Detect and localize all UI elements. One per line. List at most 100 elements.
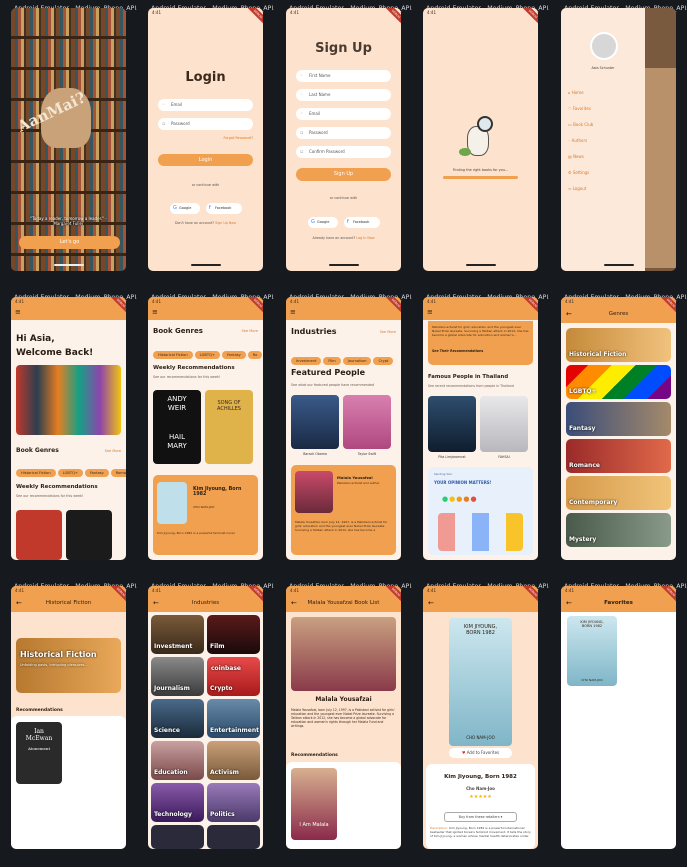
person-photo[interactable] [480, 396, 528, 452]
genre-tile-fantasy[interactable]: Fantasy [566, 402, 671, 436]
see-more-link[interactable]: See More [242, 329, 258, 333]
industry-tile-technology[interactable]: Technology [151, 783, 204, 822]
genre-tile-mystery[interactable]: Mystery [566, 513, 671, 547]
book-cover[interactable] [16, 510, 62, 560]
opinion-banner[interactable]: Sending Your YOUR OPINION MATTERS! ●●●●● [428, 467, 533, 555]
industry-tile-entertainment[interactable]: Entertainment [207, 699, 260, 738]
industry-tile-activism[interactable]: Activism [207, 741, 260, 780]
back-arrow-icon[interactable]: ← [566, 595, 572, 612]
drawer-item-logout[interactable]: ⇦ Logout [568, 186, 641, 202]
last-name-field[interactable]: ◦ Last Name [296, 89, 391, 101]
industry-tile[interactable] [151, 825, 204, 849]
person-photo[interactable] [291, 395, 339, 449]
login-link[interactable]: Log In Now [356, 236, 374, 240]
home-indicator [603, 264, 634, 266]
back-arrow-icon[interactable]: ← [153, 595, 159, 612]
genre-chip[interactable]: Fantasy [221, 351, 246, 359]
book-collage [16, 365, 121, 435]
industry-tile-journalism[interactable]: Journalism [151, 657, 204, 696]
menu-icon[interactable]: ≡ [15, 308, 21, 316]
facebook-button[interactable]: f Facebook [206, 203, 242, 214]
status-time: 4:41 [11, 297, 126, 306]
menu-icon[interactable]: ≡ [427, 308, 433, 316]
book-cover[interactable] [66, 510, 112, 560]
home-behind [641, 68, 676, 268]
industry-chip[interactable]: Investment [291, 357, 322, 365]
industry-tile-science[interactable]: Science [151, 699, 204, 738]
person-card[interactable]: Malala Yousafzai Pakistani activist and … [291, 465, 396, 555]
status-time: 4:41 [152, 10, 161, 15]
cover-text: MARY [167, 442, 187, 450]
recommendations-panel: I Am Malala [286, 762, 401, 849]
genre-tile-contemporary[interactable]: Contemporary [566, 476, 671, 510]
industry-chip[interactable]: Journalism [342, 357, 372, 365]
facebook-button[interactable]: f Facebook [344, 217, 380, 228]
see-more-link[interactable]: See More [380, 330, 396, 334]
book-cover-atonement[interactable]: Ian McEwan Atonement [16, 722, 62, 784]
industry-chip[interactable]: Crypt [373, 357, 394, 365]
app-bar: ← Historical Fiction [11, 595, 126, 612]
genre-chip[interactable]: LGBTQ+ [194, 351, 220, 359]
featured-book-card[interactable]: Kim Jiyoung, Born 1982 CHO NAM-JOO Kim J… [153, 475, 258, 555]
cover-text: WEIR [167, 404, 187, 412]
drawer-item-news[interactable]: ▤ News [568, 154, 641, 170]
industry-tile-education[interactable]: Education [151, 741, 204, 780]
password-field[interactable]: ▫ Password [158, 118, 253, 130]
forgot-password-link[interactable]: Forgot Password? [223, 136, 253, 140]
back-arrow-icon[interactable]: ← [291, 595, 297, 612]
industry-tile-investment[interactable]: Investment [151, 615, 204, 654]
menu-icon[interactable]: ≡ [290, 308, 296, 316]
login-button[interactable]: Login [158, 154, 253, 166]
drawer-item-authors[interactable]: ◦ Authors [568, 138, 641, 154]
industry-tile-film[interactable]: Film [207, 615, 260, 654]
first-name-field[interactable]: ◦ First Name [296, 70, 391, 82]
back-arrow-icon[interactable]: ← [16, 595, 22, 612]
signup-link[interactable]: Sign Up Now [215, 221, 236, 225]
drawer-item-home[interactable]: ⌂ Home [568, 90, 641, 106]
person-photo[interactable] [343, 395, 391, 449]
genre-chip[interactable]: Romance [110, 469, 126, 477]
buy-retailers-dropdown[interactable]: Buy from these retailers ▾ [444, 812, 517, 822]
email-field[interactable]: ◦ Email [158, 99, 253, 111]
or-continue-text: or continue with [191, 183, 220, 187]
password-field[interactable]: ▫ Password [296, 127, 391, 139]
signup-button[interactable]: Sign Up [296, 168, 391, 181]
login-title: Login [185, 70, 226, 85]
opinion-title: YOUR OPINION MATTERS! [434, 480, 492, 485]
genre-tile-romance[interactable]: Romance [566, 439, 671, 473]
menu-icon[interactable]: ≡ [152, 308, 158, 316]
google-button[interactable]: G Google [170, 203, 200, 214]
genre-tile-historical[interactable]: Historical Fiction [566, 328, 671, 362]
genre-chip[interactable]: Historical Fiction [16, 469, 56, 477]
google-button[interactable]: G Google [308, 217, 338, 228]
genre-chip[interactable]: LGBTQ+ [57, 469, 83, 477]
back-arrow-icon[interactable]: ← [428, 595, 434, 612]
genre-chip[interactable]: Ro [247, 351, 263, 359]
favorite-book-cover[interactable]: KIM JIYOUNG, BORN 1982 CHO NAM-JOO [567, 616, 617, 686]
genre-tile-lgbtq[interactable]: LGBTQ+ [566, 365, 671, 399]
book-cover-song-of-achilles[interactable]: SONG OF ACHILLES [205, 390, 253, 464]
industry-chip[interactable]: Film [323, 357, 341, 365]
confirm-password-field[interactable]: ▫ Confirm Password [296, 146, 391, 158]
book-cover-i-am-malala[interactable]: I Am Malala [291, 768, 337, 840]
drawer-item-settings[interactable]: ⚙ Settings [568, 170, 641, 186]
drawer-item-favorites[interactable]: ♡ Favorites [568, 106, 641, 122]
email-field[interactable]: ◦ Email [296, 108, 391, 120]
industry-tile-politics[interactable]: Politics [207, 783, 260, 822]
status-time: 4:41 [286, 586, 401, 595]
industry-tile-label: Education [154, 769, 188, 776]
genre-chip[interactable]: Historical Fiction [153, 351, 193, 359]
drawer-item-book-club[interactable]: ▭ Book Club [568, 122, 641, 138]
genre-chip[interactable]: Fantasy [84, 469, 109, 477]
industry-tile[interactable] [207, 825, 260, 849]
see-more-link[interactable]: See More [105, 449, 121, 453]
lets-go-button[interactable]: Let's go [19, 236, 120, 249]
industry-chips: Investment Film Journalism Crypt [291, 347, 395, 366]
book-cover-hail-mary[interactable]: ANDY WEIR HAIL MARY [153, 390, 201, 464]
add-favorites-button[interactable]: ♥ Add to Favorites [449, 748, 512, 758]
see-recommendations-link[interactable]: See Their Recommendations [432, 349, 483, 353]
drawer-item-label: News [573, 154, 584, 159]
person-photo[interactable] [428, 396, 476, 452]
back-arrow-icon[interactable]: ← [566, 306, 572, 323]
industry-tile-crypto[interactable]: coinbase Crypto [207, 657, 260, 696]
